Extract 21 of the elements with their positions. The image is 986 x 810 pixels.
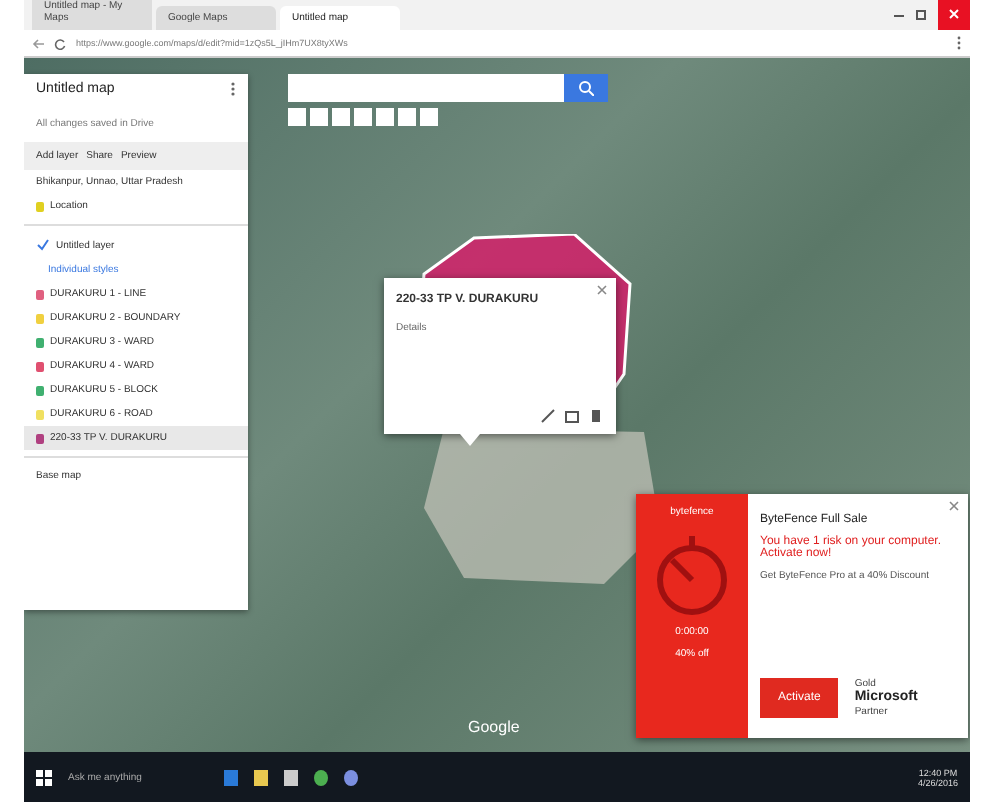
marker-button[interactable] — [354, 108, 372, 126]
close-icon[interactable] — [596, 284, 608, 296]
more-icon[interactable] — [230, 82, 236, 96]
menu-icon[interactable] — [956, 36, 962, 50]
map-attribution: Google — [468, 718, 520, 736]
close-icon[interactable] — [948, 500, 960, 512]
maximize-icon[interactable] — [916, 10, 926, 20]
reload-icon[interactable] — [54, 37, 68, 49]
app-icon[interactable] — [284, 769, 298, 785]
back-arrow-icon[interactable] — [32, 37, 46, 49]
search-icon[interactable] — [578, 80, 594, 96]
popup-pointer — [460, 434, 480, 446]
pencil-icon[interactable] — [540, 408, 556, 424]
search-button[interactable] — [564, 74, 608, 102]
windows-logo-icon[interactable] — [36, 769, 52, 785]
pin-icon — [36, 201, 44, 211]
satellite-map[interactable] — [24, 58, 970, 752]
checkmark-icon[interactable] — [36, 238, 50, 252]
app-icon[interactable] — [344, 769, 358, 785]
minimize-icon[interactable] — [894, 10, 904, 20]
search-field[interactable] — [288, 74, 564, 102]
